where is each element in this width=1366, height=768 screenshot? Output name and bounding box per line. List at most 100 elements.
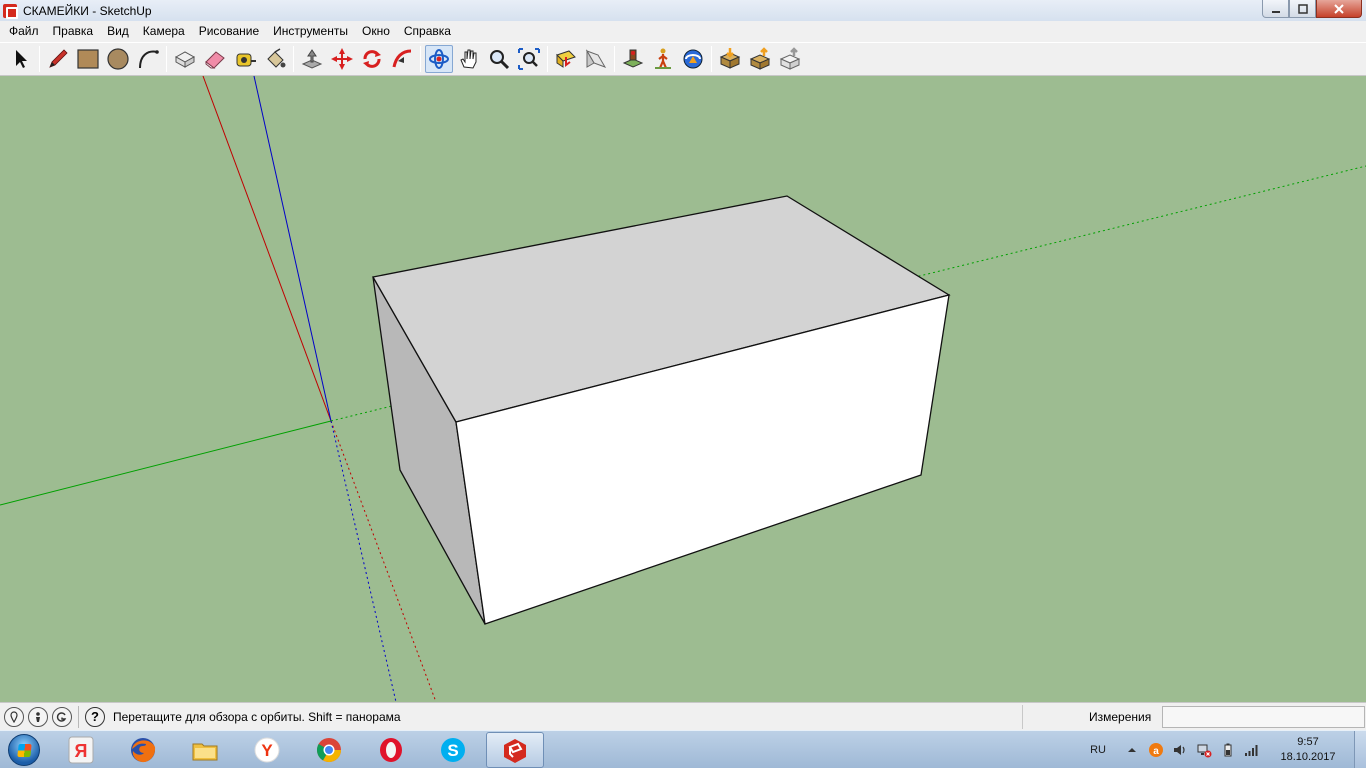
taskbar-opera[interactable] (362, 732, 420, 768)
taskbar-chrome[interactable] (300, 732, 358, 768)
position-camera-icon (622, 49, 644, 68)
opera-icon (380, 737, 402, 762)
make-component-icon (174, 51, 196, 68)
svg-text:Y: Y (261, 741, 273, 760)
pan-icon (460, 49, 477, 69)
chrome-icon (316, 737, 341, 762)
menu-camera[interactable]: Камера (136, 21, 192, 42)
make-component-button[interactable] (171, 45, 199, 73)
window-controls (1262, 0, 1362, 18)
clock-date: 18.10.2017 (1280, 751, 1336, 763)
svg-text:S: S (447, 741, 458, 760)
display-section-button[interactable] (582, 45, 610, 73)
menu-help[interactable]: Справка (397, 21, 458, 42)
taskbar-firefox[interactable] (114, 732, 172, 768)
follow-me-button[interactable] (388, 45, 416, 73)
share-model-icon (749, 47, 771, 70)
taskbar-explorer[interactable] (176, 732, 234, 768)
show-desktop-button[interactable] (1354, 731, 1366, 768)
signal-icon[interactable] (1244, 742, 1260, 758)
blue-axis (253, 76, 332, 422)
network-error-icon[interactable] (1196, 742, 1212, 758)
look-around-button[interactable] (679, 45, 707, 73)
menu-window[interactable]: Окно (355, 21, 397, 42)
chevron-up-icon (1128, 748, 1136, 752)
clock[interactable]: 9:57 18.10.2017 (1268, 735, 1348, 765)
maximize-button[interactable] (1289, 0, 1316, 18)
circle-tool-icon (107, 48, 129, 70)
menu-view[interactable]: Вид (100, 21, 136, 42)
get-models-button[interactable] (716, 45, 744, 73)
arc-tool-button[interactable] (134, 45, 162, 73)
svg-text:a: a (1153, 746, 1159, 757)
share-component-button[interactable] (776, 45, 804, 73)
zoom-extents-button[interactable] (515, 45, 543, 73)
section-plane-button[interactable] (552, 45, 580, 73)
menu-edit[interactable]: Правка (46, 21, 101, 42)
sign-in-icon[interactable] (52, 706, 72, 727)
push-pull-icon (301, 49, 323, 69)
get-models-icon (719, 48, 741, 69)
show-hidden-icons[interactable] (1124, 742, 1140, 758)
position-camera-button[interactable] (619, 45, 647, 73)
eraser-button[interactable] (201, 45, 229, 73)
title-bar: СКАМЕЙКИ - SketchUp (0, 0, 1366, 21)
close-button[interactable] (1316, 0, 1362, 18)
toolbar-separator (39, 46, 40, 72)
toolbar-separator (547, 46, 548, 72)
display-section-icon (585, 49, 607, 68)
taskbar-skype[interactable]: S (424, 732, 482, 768)
status-message: Перетащите для обзора с орбиты. Shift = … (113, 709, 401, 724)
menu-tools[interactable]: Инструменты (266, 21, 355, 42)
modeling-viewport[interactable] (0, 76, 1366, 702)
signal-glyph (1245, 745, 1258, 756)
walk-button[interactable] (649, 45, 677, 73)
taskbar-yandex-browser[interactable]: Y (238, 732, 296, 768)
pan-button[interactable] (455, 45, 483, 73)
file-explorer-icon (192, 743, 218, 760)
zoom-button[interactable] (485, 45, 513, 73)
rotate-icon (363, 50, 381, 68)
menu-bar: Файл Правка Вид Камера Рисование Инструм… (0, 21, 1366, 42)
tape-measure-icon (236, 53, 256, 67)
avast-glyph: a (1149, 743, 1163, 757)
volume-icon[interactable] (1172, 742, 1188, 758)
system-tray: RU a 9:57 18.10.2017 (1090, 731, 1366, 768)
volume-glyph (1174, 745, 1185, 755)
menu-draw[interactable]: Рисование (192, 21, 266, 42)
minimize-button[interactable] (1262, 0, 1289, 18)
zoom-extents-icon (518, 48, 540, 70)
credit-icon[interactable] (28, 706, 48, 727)
measurements-input[interactable] (1162, 706, 1365, 728)
status-separator (78, 705, 79, 728)
move-button[interactable] (328, 45, 356, 73)
status-bar: ? Перетащите для обзора с орбиты. Shift … (0, 702, 1366, 730)
geolocation-icon[interactable] (4, 706, 24, 727)
line-tool-button[interactable] (44, 45, 72, 73)
taskbar-sketchup[interactable] (486, 731, 544, 768)
toolbar-separator (614, 46, 615, 72)
credit-glyph (36, 711, 40, 722)
pencil-line-tool-icon (49, 49, 68, 68)
rectangle-tool-icon (77, 49, 99, 69)
tape-measure-button[interactable] (231, 45, 259, 73)
paint-bucket-button[interactable] (261, 45, 289, 73)
svg-text:Я: Я (75, 741, 88, 761)
green-axis (0, 420, 332, 506)
menu-file[interactable]: Файл (2, 21, 46, 42)
share-model-button[interactable] (746, 45, 774, 73)
help-icon[interactable]: ? (85, 706, 105, 727)
orbit-button[interactable] (425, 45, 453, 73)
select-tool-button[interactable] (7, 45, 35, 73)
rectangle-tool-button[interactable] (74, 45, 102, 73)
battery-icon[interactable] (1220, 742, 1236, 758)
sketchup-icon[interactable] (3, 3, 18, 19)
taskbar-yandex-launcher[interactable]: Я (52, 732, 110, 768)
start-button[interactable] (0, 731, 48, 768)
clock-time: 9:57 (1297, 736, 1319, 748)
avast-icon[interactable]: a (1148, 742, 1164, 758)
language-indicator[interactable]: RU (1090, 744, 1106, 756)
rotate-button[interactable] (358, 45, 386, 73)
circle-tool-button[interactable] (104, 45, 132, 73)
push-pull-button[interactable] (298, 45, 326, 73)
